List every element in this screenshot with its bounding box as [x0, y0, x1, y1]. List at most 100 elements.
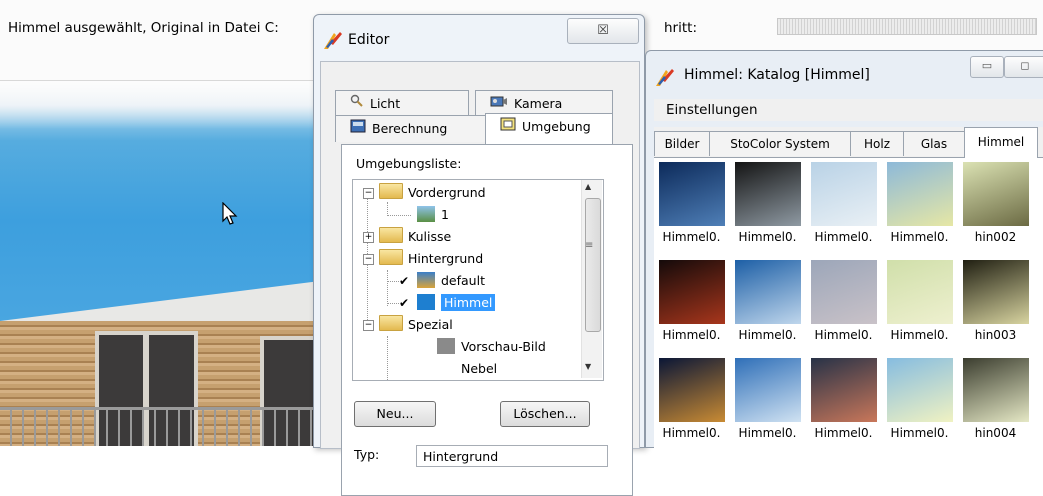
- tree-label: Nebel: [461, 361, 498, 376]
- tree-item-nebel[interactable]: Nebel: [387, 358, 497, 380]
- collapse-icon[interactable]: −: [363, 254, 374, 265]
- tree-label: Vordergrund: [408, 185, 486, 200]
- environment-icon: [500, 114, 516, 140]
- tree-item-1[interactable]: 1: [387, 204, 449, 226]
- catalog-item[interactable]: Himmel0.: [654, 256, 729, 352]
- sky-thumbnail[interactable]: [659, 260, 725, 324]
- scroll-thumb[interactable]: [585, 198, 601, 332]
- catalog-item[interactable]: Himmel0.: [654, 158, 729, 254]
- sky-thumbnail[interactable]: [735, 260, 801, 324]
- scroll-down-icon[interactable]: ▼: [585, 362, 591, 371]
- app-logo-icon: [656, 69, 674, 86]
- tree-label: Spezial: [408, 317, 453, 332]
- sky-thumbnail[interactable]: [811, 162, 877, 226]
- catalog-item-label: hin004: [974, 426, 1017, 440]
- catalog-item[interactable]: Himmel0.: [654, 354, 729, 448]
- checkmark-icon[interactable]: ✔: [399, 292, 409, 314]
- scroll-up-icon[interactable]: ▲: [585, 182, 591, 191]
- sky-thumbnail[interactable]: [963, 358, 1029, 422]
- sky-thumbnail[interactable]: [887, 162, 953, 226]
- catalog-item-label: Himmel0.: [662, 426, 721, 440]
- catalog-item[interactable]: Himmel0.: [882, 158, 957, 254]
- type-label: Typ:: [354, 447, 380, 462]
- catalog-item-label: hin002: [974, 230, 1017, 244]
- catalog-item-label: Himmel0.: [662, 230, 721, 244]
- calculation-icon: [350, 116, 366, 142]
- folder-icon: [379, 315, 403, 331]
- delete-button[interactable]: Löschen...: [500, 401, 590, 427]
- catalog-item-label: Himmel0.: [890, 328, 949, 342]
- editor-body: Licht Kamera Berechnung Umgebung Umgebun…: [320, 61, 640, 496]
- tab-berechnung[interactable]: Berechnung: [335, 115, 487, 142]
- minimize-icon[interactable]: ▭: [970, 56, 1004, 78]
- close-button[interactable]: ☒: [567, 18, 639, 44]
- tree-scrollbar[interactable]: ▲ ≡ ▼: [581, 180, 602, 378]
- fog-icon: [437, 360, 455, 376]
- catalog-item[interactable]: Himmel0.: [882, 354, 957, 448]
- sky-thumbnail[interactable]: [811, 260, 877, 324]
- folder-icon: [379, 183, 403, 199]
- catalog-item[interactable]: Himmel0.: [806, 158, 881, 254]
- catalog-item[interactable]: hin004: [958, 354, 1033, 448]
- tab-berechnung-label: Berechnung: [372, 121, 448, 136]
- magnifier-icon: [350, 91, 364, 117]
- sky-thumbnail[interactable]: [887, 260, 953, 324]
- catalog-item[interactable]: Himmel0.: [806, 354, 881, 448]
- catalog-item[interactable]: Himmel0.: [882, 256, 957, 352]
- tree-item-himmel[interactable]: ✔ Himmel: [387, 292, 496, 314]
- tree-item-spezial[interactable]: − Spezial: [363, 314, 453, 336]
- progress-label: hritt:: [664, 20, 697, 36]
- catalog-item-label: Himmel0.: [890, 230, 949, 244]
- tab-holz[interactable]: Holz: [850, 131, 904, 156]
- status-message: Himmel ausgewählt, Original in Datei C:: [8, 20, 279, 36]
- tree-label: 1: [441, 207, 449, 222]
- tab-stocolor-system[interactable]: StoColor System: [709, 131, 851, 156]
- tab-umgebung[interactable]: Umgebung: [485, 113, 613, 144]
- environment-tree[interactable]: − Vordergrund 1 + Kulisse − Hintergrund: [352, 179, 604, 381]
- maximize-icon[interactable]: ◻: [1004, 56, 1043, 78]
- catalog-item-label: Himmel0.: [814, 328, 873, 342]
- type-select[interactable]: Hintergrund: [416, 445, 608, 467]
- tab-himmel[interactable]: Himmel: [964, 127, 1038, 158]
- catalog-item[interactable]: hin003: [958, 256, 1033, 352]
- sky-thumbnail[interactable]: [659, 162, 725, 226]
- sky-thumbnail[interactable]: [963, 162, 1029, 226]
- tree-item-default[interactable]: ✔ default: [387, 270, 485, 292]
- catalog-item[interactable]: Himmel0.: [730, 256, 805, 352]
- catalog-item[interactable]: Himmel0.: [806, 256, 881, 352]
- sky-thumbnail[interactable]: [735, 162, 801, 226]
- collapse-icon[interactable]: −: [363, 188, 374, 199]
- tab-licht[interactable]: Licht: [335, 90, 469, 117]
- catalog-tabs: Bilder StoColor System Holz Glas Himmel: [654, 127, 1043, 158]
- environment-list-label: Umgebungsliste:: [356, 156, 462, 171]
- checkmark-icon[interactable]: ✔: [399, 270, 409, 292]
- catalog-item[interactable]: hin002: [958, 158, 1033, 254]
- collapse-icon[interactable]: −: [363, 320, 374, 331]
- sky-thumbnail[interactable]: [811, 358, 877, 422]
- catalog-item[interactable]: Himmel0.: [730, 354, 805, 448]
- catalog-item-label: Himmel0.: [890, 426, 949, 440]
- tab-glas[interactable]: Glas: [903, 131, 965, 156]
- sky-thumbnail[interactable]: [887, 358, 953, 422]
- tree-label: Hintergrund: [408, 251, 484, 266]
- tree-line: [387, 281, 399, 282]
- menu-einstellungen[interactable]: Einstellungen: [666, 102, 758, 118]
- tree-item-hintergrund[interactable]: − Hintergrund: [363, 248, 483, 270]
- catalog-item-label: Himmel0.: [738, 328, 797, 342]
- new-button[interactable]: Neu...: [354, 401, 436, 427]
- render-viewport[interactable]: [0, 81, 320, 446]
- tree-item-vordergrund[interactable]: − Vordergrund: [363, 182, 486, 204]
- catalog-item-label: hin003: [974, 328, 1017, 342]
- tree-item-vorschau[interactable]: Vorschau-Bild: [387, 336, 546, 358]
- catalog-item[interactable]: Himmel0.: [730, 158, 805, 254]
- catalog-menubar: Einstellungen: [654, 99, 1043, 121]
- sky-haze: [0, 81, 320, 141]
- tab-bilder[interactable]: Bilder: [654, 131, 710, 156]
- expand-icon[interactable]: +: [363, 232, 374, 243]
- sky-thumbnail[interactable]: [735, 358, 801, 422]
- sky-thumbnail[interactable]: [659, 358, 725, 422]
- tree-item-kulisse[interactable]: + Kulisse: [363, 226, 451, 248]
- sky-thumbnail[interactable]: [963, 260, 1029, 324]
- catalog-window: Himmel: Katalog [Himmel] ▭ ◻ Einstellung…: [645, 50, 1043, 448]
- preview-image-icon: [437, 338, 455, 354]
